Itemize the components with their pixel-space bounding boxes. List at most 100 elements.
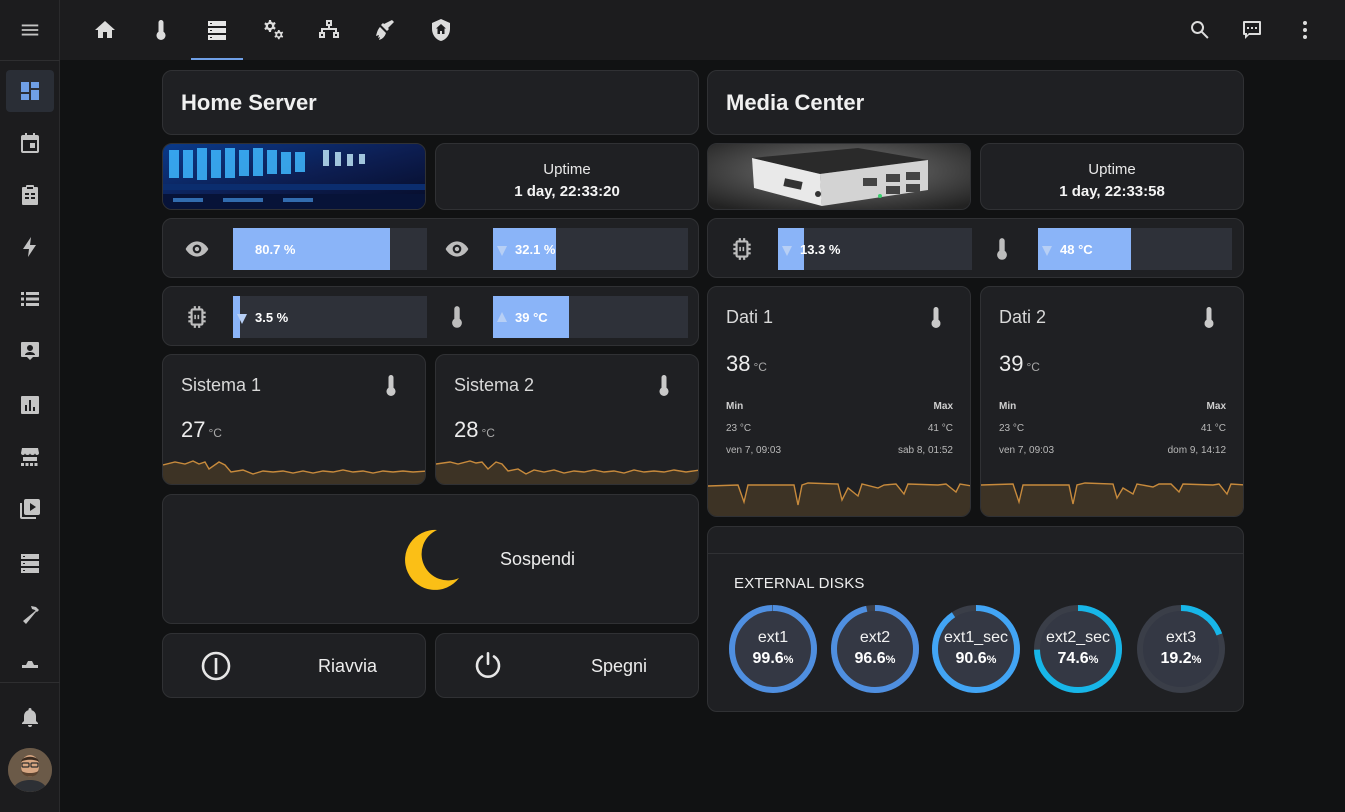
- more-menu-button[interactable]: [1281, 0, 1329, 60]
- disk-usage-value: 74.6%: [1032, 650, 1124, 668]
- bar-value: 39 °C: [515, 309, 548, 325]
- thermometer-icon: [156, 20, 166, 40]
- sidebar-item-calendar[interactable]: [6, 122, 54, 164]
- disk-usage-value: 96.6%: [829, 650, 921, 668]
- max-value: 41 °C: [1200, 423, 1226, 434]
- disk-gauge-ext1[interactable]: ext1 99.6%: [727, 603, 819, 695]
- bar-value: 13.3 %: [800, 241, 841, 257]
- network-icon: [319, 20, 339, 38]
- sidebar-item-todo[interactable]: [6, 174, 54, 216]
- sensor-card-dati-2[interactable]: Dati 2 39 °C Min Max 23 °C 41 °C ven 7, 0…: [980, 286, 1244, 517]
- value-number: 74.6: [1057, 650, 1089, 667]
- menu-button[interactable]: [0, 0, 60, 60]
- divider: [0, 682, 60, 683]
- disk-gauge-ext2[interactable]: ext2 96.6%: [829, 603, 921, 695]
- sidebar-item-media[interactable]: [6, 488, 54, 530]
- uptime-label: Uptime: [1088, 161, 1136, 178]
- avatar[interactable]: [8, 748, 52, 792]
- external-disks-card: EXTERNAL DISKS ext1 99.6% ext2 96.6% ext1_se…: [707, 526, 1244, 712]
- disk-gauge-ext2_sec[interactable]: ext2_sec 74.6%: [1032, 603, 1124, 695]
- restart-button[interactable]: Riavvia: [162, 633, 426, 698]
- uptime-label: Uptime: [543, 161, 591, 178]
- tab-server[interactable]: [191, 0, 243, 60]
- sidebar-item-logbook[interactable]: [6, 278, 54, 320]
- lightning-icon: [23, 237, 36, 257]
- sensor-name: Dati 2: [999, 307, 1047, 327]
- dashboard-icon: [21, 82, 39, 100]
- thermometer-icon: [989, 236, 1015, 262]
- card-title: Media Center: [726, 90, 865, 115]
- disk-gauge-ext3[interactable]: ext3 19.2%: [1135, 603, 1227, 695]
- media-center-usage-row: 13.3 % 48 °C: [707, 218, 1244, 278]
- suspend-button[interactable]: Sospendi: [162, 494, 699, 624]
- thermometer-icon: [652, 373, 676, 399]
- chart-box-icon: [21, 396, 39, 414]
- top-bar: [60, 0, 1345, 60]
- server-rack-image: [163, 144, 425, 209]
- sensor-name: Sistema 2: [454, 375, 535, 395]
- cpu-usage-bar: 3.5 %: [233, 296, 427, 338]
- media-box-image: [708, 144, 970, 209]
- home-server-image: [162, 143, 426, 210]
- value-unit: °C: [753, 360, 767, 374]
- sensor-card-dati-1[interactable]: Dati 1 38 °C Min Max 23 °C 41 °C ven 7, 0…: [707, 286, 971, 517]
- sensor-card-sistema-2[interactable]: Sistema 2 28 °C: [435, 354, 699, 485]
- tab-climate[interactable]: [135, 0, 187, 60]
- trend-down-icon: [237, 314, 247, 324]
- tab-cleaning[interactable]: [359, 0, 411, 60]
- trend-down-icon: [497, 246, 507, 256]
- bar-value: 3.5 %: [255, 309, 289, 325]
- max-value: 41 °C: [927, 423, 953, 434]
- tab-security[interactable]: [415, 0, 467, 60]
- list-icon: [21, 292, 39, 306]
- sidebar-item-settings[interactable]: [6, 642, 54, 684]
- menu-icon: [21, 24, 39, 36]
- bar-value: 48 °C: [1060, 241, 1093, 257]
- home-server-uptime: Uptime 1 day, 22:33:20: [435, 143, 699, 210]
- gauge-ring: [729, 605, 817, 693]
- tab-home[interactable]: [79, 0, 131, 60]
- sensor-value: 28 °C: [454, 417, 495, 443]
- tab-automation[interactable]: [247, 0, 299, 60]
- trend-down-icon: [1042, 246, 1052, 256]
- disk-name: ext2: [859, 629, 891, 646]
- value-unit: °C: [1026, 360, 1040, 374]
- sensor-value: 38 °C: [726, 351, 767, 377]
- trend-up-icon: [497, 312, 507, 322]
- min-label: Min: [999, 401, 1017, 412]
- eye-icon: [184, 236, 210, 262]
- shutdown-button[interactable]: Spegni: [435, 633, 699, 698]
- sidebar-item-history[interactable]: [6, 384, 54, 426]
- sensor-name: Sistema 1: [181, 375, 262, 395]
- uptime-value: 1 day, 22:33:58: [1059, 183, 1165, 200]
- min-time: ven 7, 09:03: [726, 445, 782, 456]
- sensor-name: Dati 1: [726, 307, 774, 327]
- value-number: 39: [999, 351, 1024, 376]
- cogs-icon: [264, 20, 284, 40]
- thermometer-icon: [1197, 305, 1221, 331]
- cpu-chip-icon: [729, 236, 755, 262]
- sidebar-item-overview[interactable]: [6, 70, 54, 112]
- value-unit: %: [1191, 654, 1202, 666]
- bell-icon: [22, 708, 38, 727]
- disk-gauge-ext1_sec[interactable]: ext1_sec 90.6%: [930, 603, 1022, 695]
- sidebar-item-hacs[interactable]: [6, 436, 54, 478]
- shutdown-label: Spegni: [591, 656, 648, 676]
- dots-vertical-icon: [1303, 21, 1307, 39]
- max-time: sab 8, 01:52: [897, 445, 953, 456]
- sidebar-item-server[interactable]: [6, 542, 54, 584]
- cpu-usage-bar: 13.3 %: [778, 228, 972, 270]
- disk-usage-value: 99.6%: [727, 650, 819, 668]
- sidebar-item-person[interactable]: [6, 330, 54, 372]
- tab-network[interactable]: [303, 0, 355, 60]
- home-icon: [95, 21, 115, 38]
- sidebar-item-developer-tools[interactable]: [6, 594, 54, 636]
- search-button[interactable]: [1176, 0, 1224, 60]
- sensor-card-sistema-1[interactable]: Sistema 1 27 °C: [162, 354, 426, 485]
- uptime-value: 1 day, 22:33:20: [514, 183, 620, 200]
- sidebar-item-energy[interactable]: [6, 226, 54, 268]
- sidebar-item-notifications[interactable]: [6, 697, 54, 739]
- comment-processing-icon: [1243, 21, 1261, 39]
- cpu-chip-icon: [184, 304, 210, 330]
- assist-button[interactable]: [1228, 0, 1276, 60]
